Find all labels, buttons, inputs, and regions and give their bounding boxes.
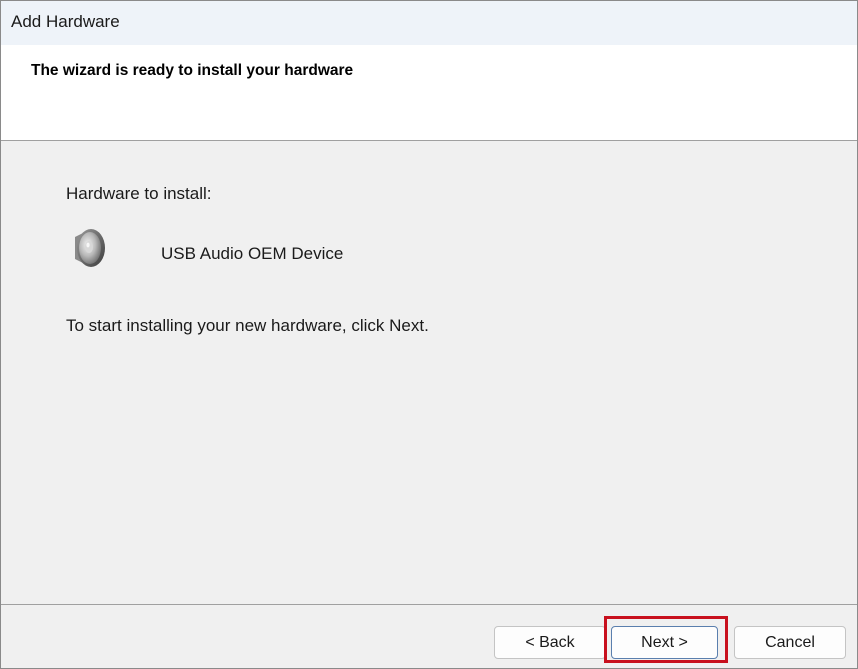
speaker-icon-graphic — [75, 229, 105, 267]
next-button[interactable]: Next > — [611, 626, 718, 659]
window-title: Add Hardware — [11, 12, 120, 31]
wizard-heading: The wizard is ready to install your hard… — [31, 62, 354, 79]
back-button[interactable]: < Back — [494, 626, 606, 659]
device-name: USB Audio OEM Device — [161, 244, 344, 263]
wizard-body: Hardware to install: USB Audio OEM Devic… — [1, 141, 857, 603]
wizard-header: The wizard is ready to install your hard… — [1, 45, 857, 141]
title-bar: Add Hardware — [1, 1, 857, 45]
cancel-button[interactable]: Cancel — [734, 626, 846, 659]
add-hardware-window: Add Hardware The wizard is ready to inst… — [0, 0, 858, 669]
install-instruction: To start installing your new hardware, c… — [66, 316, 429, 335]
hardware-to-install-label: Hardware to install: — [66, 184, 212, 203]
speaker-icon — [67, 225, 113, 271]
wizard-footer: < Back Next > Cancel — [1, 605, 857, 668]
